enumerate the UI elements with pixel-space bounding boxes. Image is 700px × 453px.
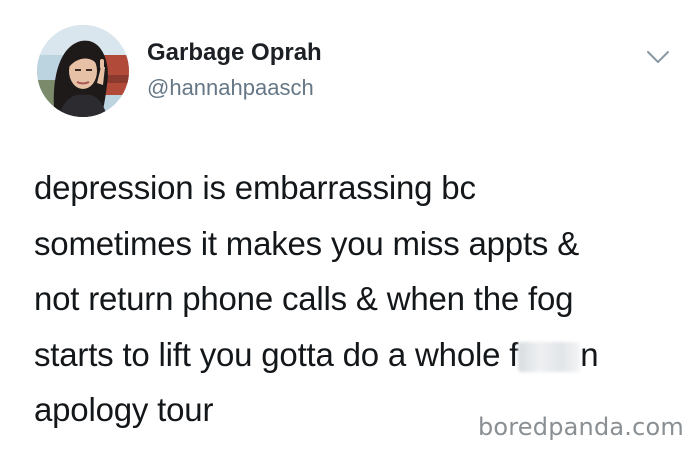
tweet-text-line: sometimes it makes you miss appts & — [34, 224, 580, 262]
censor-blur — [518, 341, 581, 372]
display-name[interactable]: Garbage Oprah — [147, 38, 322, 68]
avatar-photo — [37, 25, 129, 117]
tweet-text: depression is embarrassing bc sometimes … — [34, 160, 674, 438]
watermark: boredpanda.com — [477, 413, 684, 441]
chevron-down-icon[interactable] — [645, 47, 671, 67]
tweet-text-line: depression is embarrassing bc — [34, 169, 476, 206]
tweet-text-segment: starts to lift you gotta do a whole f — [34, 335, 519, 373]
tweet-text-line: not return phone calls & when the fog — [34, 280, 574, 317]
tweet-text-segment: n — [580, 335, 599, 373]
tweet-card: Garbage Oprah @hannahpaasch depression i… — [0, 0, 700, 453]
user-handle[interactable]: @hannahpaasch — [147, 74, 314, 102]
tweet-text-line-censored: starts to lift you gotta do a whole f n — [34, 327, 674, 383]
avatar[interactable] — [37, 25, 129, 117]
